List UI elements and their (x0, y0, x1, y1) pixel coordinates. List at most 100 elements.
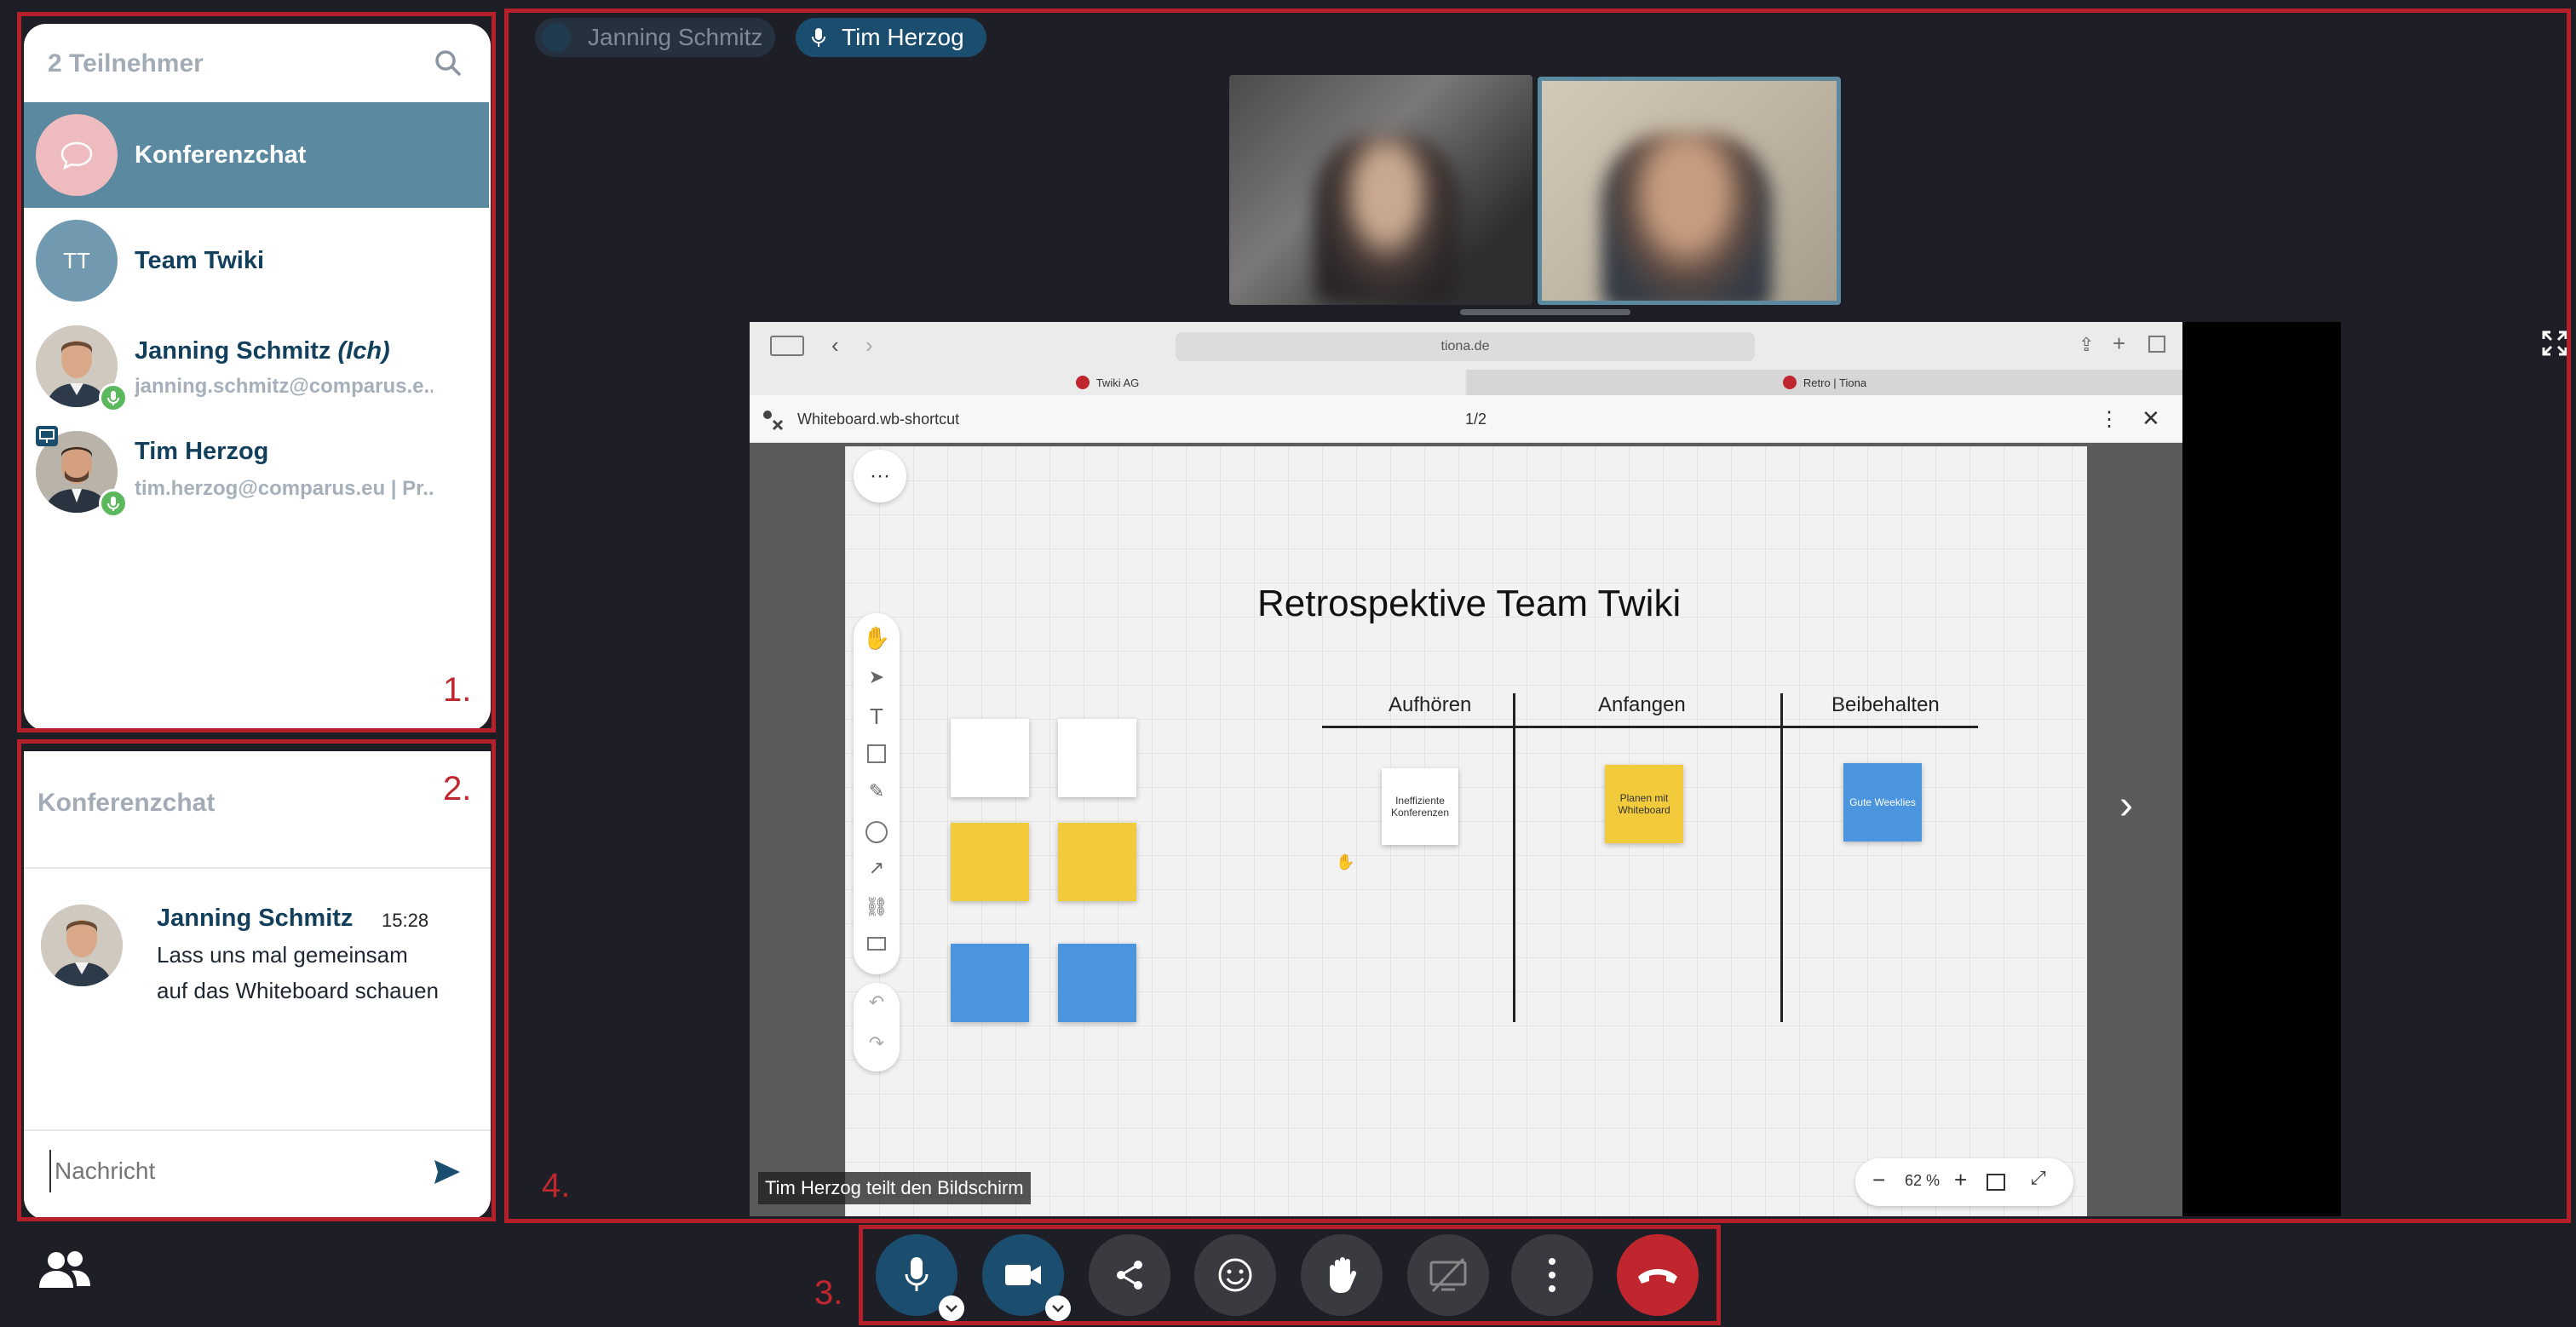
sticky-note-start[interactable]: Planen mit Whiteboard (1605, 765, 1683, 843)
address-bar[interactable]: tiona.de (1176, 332, 1755, 361)
hand-tool-icon[interactable]: ✋ (862, 625, 891, 654)
camera-button[interactable] (982, 1234, 1071, 1321)
browser-tab[interactable]: Twiki AG (750, 370, 1465, 395)
participant-row-tim[interactable]: Tim Herzog tim.herzog@comparus.eu | Pr..… (24, 419, 489, 525)
whiteboard-menu-button[interactable]: ··· (854, 450, 906, 503)
avatar (542, 23, 571, 52)
share-indicator: Tim Herzog teilt den Bildschirm (758, 1172, 1031, 1204)
sticky-note-stop[interactable]: Ineffiziente Konferenzen (1382, 768, 1458, 845)
sticky-note[interactable] (951, 719, 1029, 797)
frame-tool-icon[interactable] (867, 937, 886, 951)
table-line (1780, 693, 1783, 1022)
file-name: Whiteboard.wb-shortcut (797, 411, 960, 428)
text-tool-icon[interactable]: T (864, 704, 889, 729)
more-vertical-icon (1549, 1258, 1555, 1292)
sticky-text: Ineffiziente Konferenzen (1390, 795, 1450, 819)
divider (24, 1129, 491, 1131)
camera-icon (1005, 1265, 1041, 1285)
sticky-note[interactable] (951, 944, 1029, 1022)
new-tab-icon[interactable]: + (2113, 330, 2125, 357)
sticky-note[interactable] (1058, 944, 1136, 1022)
team-avatar: TT (36, 220, 118, 302)
participant-name: Janning Schmitz (Ich) (135, 337, 390, 365)
hang-up-button[interactable] (1617, 1234, 1699, 1316)
next-page-icon[interactable]: › (2119, 782, 2133, 829)
self-indicator: (Ich) (337, 337, 390, 365)
expand-stage-icon[interactable] (2542, 330, 2567, 356)
chat-panel: Konferenzchat Janning Schmitz 15:28 Lass… (24, 751, 491, 1220)
presenting-icon (36, 426, 58, 446)
video-strip-handle[interactable] (1460, 309, 1630, 315)
sidebar-icon[interactable] (770, 336, 804, 356)
mic-button[interactable] (876, 1234, 964, 1321)
whiteboard-title: Retrospektive Team Twiki (1257, 583, 1682, 624)
share-browser-icon[interactable]: ⇪ (2079, 334, 2094, 356)
mic-status-icon (99, 383, 128, 412)
message-input[interactable] (49, 1150, 407, 1192)
fullscreen-icon[interactable]: ⤢ (2031, 1167, 2046, 1189)
sticky-tool-icon[interactable] (867, 744, 886, 763)
arrow-tool-icon[interactable]: ↗ (864, 857, 889, 882)
browser-toolbar: ‹ › tiona.de ⇪ + (750, 322, 2182, 370)
cursor-hand-icon: ✋ (1336, 853, 1355, 870)
search-icon[interactable] (431, 46, 465, 80)
message-author: Janning Schmitz (157, 905, 354, 932)
file-icon (762, 409, 784, 431)
share-button[interactable] (1089, 1234, 1170, 1316)
share-icon (1117, 1261, 1142, 1290)
participant-name: Konferenzchat (135, 141, 307, 169)
participant-row-janning[interactable]: Janning Schmitz (Ich) janning.schmitz@co… (24, 313, 489, 419)
speaker-pill-janning[interactable]: Janning Schmitz (535, 18, 775, 57)
link-tool-icon[interactable]: ⛓ (864, 896, 889, 922)
speaker-pill-tim[interactable]: Tim Herzog (796, 18, 986, 57)
participant-row-konferenzchat[interactable]: Konferenzchat (24, 102, 489, 208)
screenshare-off-icon (1429, 1257, 1467, 1293)
zoom-in-icon[interactable]: + (1954, 1167, 1967, 1193)
more-options-button[interactable] (1511, 1234, 1593, 1316)
fit-screen-icon[interactable] (1987, 1174, 2005, 1191)
more-icon[interactable]: ⋮ (2099, 407, 2119, 432)
annotation-marker-4: 4. (542, 1167, 571, 1204)
pen-tool-icon[interactable]: ✎ (864, 780, 889, 806)
reactions-button[interactable] (1194, 1234, 1276, 1316)
redo-icon[interactable]: ↷ (864, 1032, 889, 1058)
undo-icon[interactable]: ↶ (864, 991, 889, 1017)
address-url: tiona.de (1440, 339, 1490, 353)
whiteboard-canvas[interactable]: ··· ✋ ➤ T ✎ ↗ ⛓ ↶ ↷ Retrospektive Team T… (845, 446, 2087, 1216)
close-icon[interactable]: ✕ (2142, 405, 2160, 432)
column-header: Aufhören (1389, 693, 1472, 716)
sticky-note-keep[interactable]: Gute Weeklies (1843, 763, 1922, 842)
shape-tool-icon[interactable] (865, 821, 888, 843)
sticky-note[interactable] (1058, 719, 1136, 797)
sticky-note[interactable] (1058, 823, 1136, 901)
zoom-out-icon[interactable]: − (1872, 1167, 1885, 1193)
tab-favicon (1075, 376, 1090, 389)
forward-icon[interactable]: › (865, 332, 873, 359)
participants-toggle-icon[interactable] (37, 1249, 92, 1291)
back-icon[interactable]: ‹ (831, 332, 839, 359)
chevron-down-icon[interactable] (1045, 1295, 1071, 1321)
raise-hand-button[interactable] (1301, 1234, 1383, 1316)
chat-bubble-icon (36, 114, 118, 196)
stop-screenshare-button[interactable] (1407, 1234, 1489, 1316)
file-bar: Whiteboard.wb-shortcut 1/2 ⋮ ✕ (750, 395, 2182, 443)
send-icon[interactable] (429, 1155, 463, 1189)
mic-icon (811, 26, 826, 49)
browser-tab-bar: Twiki AG Retro | Tiona (750, 370, 2182, 395)
chat-title: Konferenzchat (37, 789, 216, 817)
sticky-note[interactable] (951, 823, 1029, 901)
tabs-overview-icon[interactable] (2148, 336, 2165, 353)
participant-row-team-twiki[interactable]: TT Team Twiki (24, 208, 489, 313)
annotation-marker-2: 2. (443, 770, 472, 807)
sticky-text: Gute Weeklies (1849, 796, 1916, 808)
speaker-name: Janning Schmitz (588, 24, 763, 50)
video-tile-tim[interactable] (1538, 77, 1841, 305)
browser-tab[interactable]: Retro | Tiona (1467, 370, 2182, 395)
select-tool-icon[interactable]: ➤ (864, 666, 889, 692)
table-line (1513, 693, 1515, 1022)
participants-panel: 2 Teilnehmer Konferenzchat TT Team Twiki… (24, 24, 491, 731)
participant-email: tim.herzog@comparus.eu | Pr... (135, 477, 433, 500)
chevron-down-icon[interactable] (939, 1295, 964, 1321)
tab-title: Twiki AG (1095, 376, 1140, 389)
video-tile-janning[interactable] (1229, 75, 1532, 305)
